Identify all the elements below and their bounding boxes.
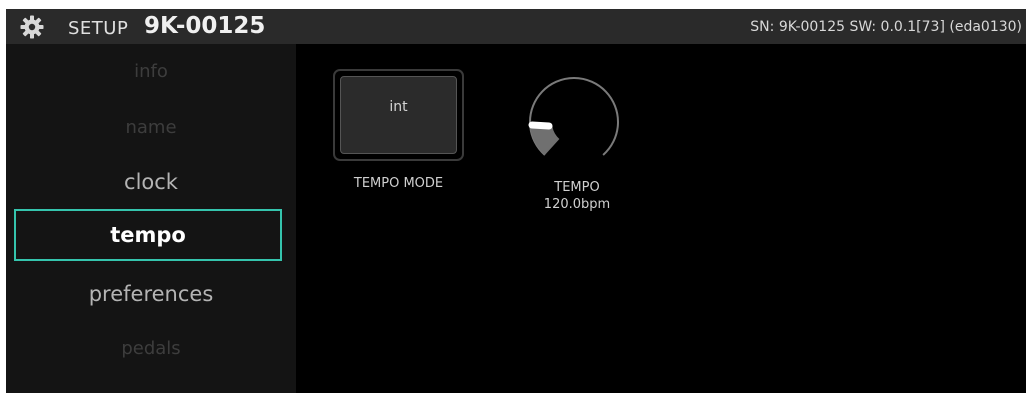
- tempo-knob[interactable]: [522, 71, 626, 175]
- sidebar-item-info[interactable]: info: [6, 61, 296, 82]
- device-name: 9K-00125: [144, 13, 266, 39]
- sidebar-item-tempo[interactable]: tempo: [14, 209, 282, 261]
- sidebar-item-preferences[interactable]: preferences: [6, 282, 296, 306]
- tempo-value: 120.0bpm: [543, 197, 611, 212]
- header-bar: SETUP 9K-00125 SN: 9K-00125 SW: 0.0.1[73…: [6, 9, 1026, 44]
- tempo-mode-label: TEMPO MODE: [353, 176, 444, 191]
- setup-screen: SETUP 9K-00125 SN: 9K-00125 SW: 0.0.1[73…: [6, 9, 1026, 393]
- sidebar-item-clock[interactable]: clock: [6, 170, 296, 194]
- device-info: SN: 9K-00125 SW: 0.0.1[73] (eda0130): [750, 19, 1022, 35]
- tempo-mode-button[interactable]: int: [333, 69, 464, 161]
- tempo-mode-value: int: [340, 76, 457, 154]
- section-title: SETUP: [68, 18, 129, 39]
- main-panel: int TEMPO MODE TEMPO 120.0bpm: [296, 44, 1026, 393]
- gear-icon: [20, 15, 44, 39]
- sidebar-item-name[interactable]: name: [6, 117, 296, 138]
- sidebar-item-pedals[interactable]: pedals: [6, 338, 296, 359]
- sidebar-nav: info name clock tempo preferences pedals: [6, 44, 296, 393]
- tempo-label: TEMPO: [554, 180, 600, 195]
